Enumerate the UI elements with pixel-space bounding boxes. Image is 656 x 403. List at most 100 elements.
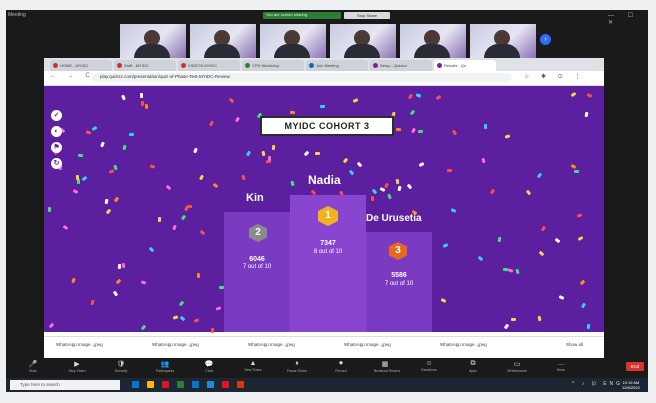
stop-share-button[interactable]: Stop Share: [344, 12, 390, 19]
browser-tab-label: HOME - MYIDC: [60, 63, 89, 68]
confetti-piece: [75, 174, 80, 181]
confetti-piece: [78, 153, 84, 157]
download-item[interactable]: WhatsApp Image...jpeg: [440, 342, 487, 347]
podium-first-score: 7347: [320, 240, 336, 247]
browser-tab-label: CPD Workshop: [252, 63, 280, 68]
confetti-piece: [289, 180, 295, 187]
confetti-piece: [447, 168, 453, 172]
show-all-downloads-button[interactable]: Show all: [566, 342, 583, 347]
taskbar-search-input[interactable]: Type here to search: [10, 380, 120, 390]
control-icon: ⏺: [339, 360, 343, 367]
control-label: Reactions: [421, 368, 437, 372]
taskbar-app-icon[interactable]: [207, 381, 214, 388]
confetti-piece: [481, 157, 486, 164]
participant-video-thumbnail[interactable]: [260, 24, 326, 58]
control-icon: ▭: [513, 361, 521, 368]
taskbar-app-icon[interactable]: [177, 381, 184, 388]
browser-tab[interactable]: Setup - Quizizz: [370, 60, 432, 71]
control-label: Breakout Rooms: [374, 369, 401, 373]
confetti-piece: [396, 127, 402, 131]
confetti-piece: [140, 92, 144, 98]
control-icon: …: [557, 360, 565, 367]
extension-icons[interactable]: ☆ ✱ ⊙ ⋮: [524, 73, 585, 80]
tab-favicon-icon: [245, 63, 250, 68]
control-security-button[interactable]: 🛡 Security: [110, 360, 132, 373]
side-check-icon[interactable]: ✓: [51, 110, 62, 121]
podium-second-name: Kin: [246, 192, 264, 204]
download-item[interactable]: WhatsApp Image...jpeg: [344, 342, 391, 347]
address-bar-url[interactable]: play.quizizz.com/presentation/quiz-of-Ph…: [100, 74, 230, 79]
taskbar-clock[interactable]: 10:19 AM 12/8/2022: [622, 380, 640, 390]
window-controls[interactable]: — ☐ ✕: [608, 12, 656, 26]
system-tray[interactable]: ^ ♪ ⊡ ENG: [572, 381, 623, 387]
browser-tab[interactable]: Results - Qu: [434, 60, 496, 71]
participant-video-thumbnail[interactable]: [330, 24, 396, 58]
browser-tab[interactable]: Join Meeting: [306, 60, 368, 71]
browser-tab[interactable]: VIDEOS MYIDC: [178, 60, 240, 71]
podium-first-correct: 8 out of 10: [313, 249, 343, 255]
control-mute-button[interactable]: 🎤 Mute: [22, 360, 44, 373]
browser-tab-label: Join Meeting: [316, 63, 339, 68]
control-label: More: [557, 368, 565, 372]
control-label: Stop Video: [68, 369, 86, 373]
browser-tab[interactable]: HOME - MYIDC: [50, 60, 112, 71]
tab-favicon-icon: [309, 63, 314, 68]
taskbar-app-icon[interactable]: [147, 381, 154, 388]
taskbar-app-icon[interactable]: [162, 381, 169, 388]
control-stop-video-button[interactable]: ▶ Stop Video: [66, 360, 88, 373]
control-apps-button[interactable]: ⧉ Apps: [462, 360, 484, 373]
control-new-share-button[interactable]: ▲ New Share: [242, 360, 264, 372]
navigation-icons[interactable]: ← → C: [50, 73, 95, 79]
participant-video-thumbnail[interactable]: [190, 24, 256, 58]
taskbar-app-icon[interactable]: [237, 381, 244, 388]
clock-date: 12/8/2022: [622, 385, 640, 390]
participant-video-thumbnail[interactable]: [470, 24, 536, 58]
tab-favicon-icon: [117, 63, 122, 68]
taskbar-app-icon[interactable]: [132, 381, 139, 388]
browser-tab[interactable]: CPD Workshop: [242, 60, 304, 71]
confetti-piece: [417, 130, 423, 134]
control-label: Mute: [29, 369, 37, 373]
control-whiteboards-button[interactable]: ▭ Whiteboards: [506, 360, 528, 373]
control-chat-button[interactable]: 💬 Chat: [198, 360, 220, 373]
control-breakout-rooms-button[interactable]: ▦ Breakout Rooms: [374, 360, 401, 373]
participant-video-thumbnail[interactable]: [120, 24, 186, 58]
control-record-button[interactable]: ⏺ Record: [330, 360, 352, 373]
download-item[interactable]: WhatsApp Image...jpeg: [152, 342, 199, 347]
control-label: Whiteboards: [507, 369, 527, 373]
confetti-piece: [210, 327, 214, 333]
control-label: Pause Share: [286, 369, 308, 373]
side-refresh-icon[interactable]: ↻: [51, 158, 62, 169]
control-icon: 🎤: [28, 361, 38, 368]
side-theme-icon[interactable]: ◐: [51, 126, 62, 137]
control-icon: ⧉: [470, 360, 476, 367]
taskbar-app-icon[interactable]: [222, 381, 229, 388]
side-flag-icon[interactable]: ⚑: [51, 142, 62, 153]
confetti-piece: [319, 105, 325, 109]
end-meeting-button[interactable]: End: [626, 362, 644, 371]
control-icon: ▦: [381, 361, 389, 368]
browser-tab[interactable]: Staff - MYIDC: [114, 60, 176, 71]
download-item[interactable]: WhatsApp Image...jpeg: [248, 342, 295, 347]
confetti-piece: [90, 299, 95, 306]
podium-second-score: 6046: [249, 256, 265, 263]
tab-favicon-icon: [437, 63, 442, 68]
download-item[interactable]: WhatsApp Image...jpeg: [56, 342, 103, 347]
confetti-piece: [574, 169, 580, 173]
control-icon: ☺: [425, 360, 433, 367]
downloads-bar: [44, 336, 604, 357]
podium-second-correct: 7 out of 10: [242, 264, 272, 270]
participant-video-thumbnail[interactable]: [400, 24, 466, 58]
control-more-button[interactable]: … More: [550, 360, 572, 372]
tab-favicon-icon: [373, 63, 378, 68]
confetti-piece: [271, 144, 275, 150]
confetti-piece: [537, 315, 541, 321]
control-label: New Share: [244, 368, 262, 372]
control-pause-share-button[interactable]: ⏸ Pause Share: [286, 360, 308, 373]
control-participants-button[interactable]: 👥 Participants: [154, 360, 176, 373]
confetti-piece: [48, 206, 52, 212]
next-thumbnails-icon[interactable]: ›: [540, 34, 551, 45]
control-reactions-button[interactable]: ☺ Reactions: [418, 360, 440, 372]
taskbar-app-icon[interactable]: [192, 381, 199, 388]
confetti-piece: [497, 236, 501, 243]
